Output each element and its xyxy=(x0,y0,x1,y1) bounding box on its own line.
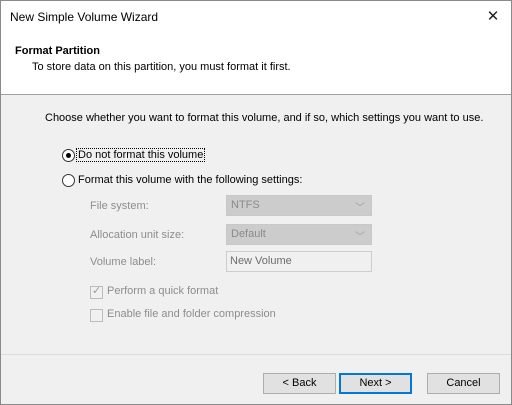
next-button[interactable]: Next > xyxy=(339,373,412,394)
enable-compression-label[interactable]: Enable file and folder compression xyxy=(107,308,276,320)
wizard-window: New Simple Volume Wizard ✕ Format Partit… xyxy=(0,0,512,405)
back-button[interactable]: < Back xyxy=(263,373,336,394)
close-icon[interactable]: ✕ xyxy=(475,1,511,33)
format-volume-label[interactable]: Format this volume with the following se… xyxy=(78,174,302,186)
do-not-format-label[interactable]: Do not format this volume xyxy=(75,148,206,162)
page-subtitle: To store data on this partition, you mus… xyxy=(32,61,291,73)
allocation-unit-size-select[interactable]: Default ﹀ xyxy=(226,224,372,245)
enable-compression-checkbox[interactable] xyxy=(90,309,103,322)
file-system-value: NTFS xyxy=(231,199,260,211)
title-bar: New Simple Volume Wizard ✕ xyxy=(1,1,511,33)
volume-label-input[interactable]: New Volume xyxy=(226,251,372,272)
footer-divider xyxy=(1,354,511,355)
file-system-select[interactable]: NTFS ﹀ xyxy=(226,195,372,216)
chevron-down-icon: ﹀ xyxy=(355,203,365,214)
format-volume-radio[interactable] xyxy=(62,174,75,187)
volume-label-value: New Volume xyxy=(230,255,292,267)
do-not-format-radio[interactable] xyxy=(62,149,75,162)
window-title: New Simple Volume Wizard xyxy=(10,10,159,24)
instructions-text: Choose whether you want to format this v… xyxy=(45,112,484,124)
quick-format-label[interactable]: Perform a quick format xyxy=(107,285,218,297)
file-system-label: File system: xyxy=(90,200,149,212)
chevron-down-icon: ﹀ xyxy=(355,232,365,243)
allocation-unit-size-label: Allocation unit size: xyxy=(90,229,185,241)
quick-format-checkbox[interactable] xyxy=(90,284,103,299)
allocation-unit-size-value: Default xyxy=(231,228,266,240)
wizard-header: Format Partition To store data on this p… xyxy=(1,33,511,95)
volume-label-label: Volume label: xyxy=(90,256,157,268)
page-title: Format Partition xyxy=(15,45,100,57)
cancel-button[interactable]: Cancel xyxy=(427,373,500,394)
